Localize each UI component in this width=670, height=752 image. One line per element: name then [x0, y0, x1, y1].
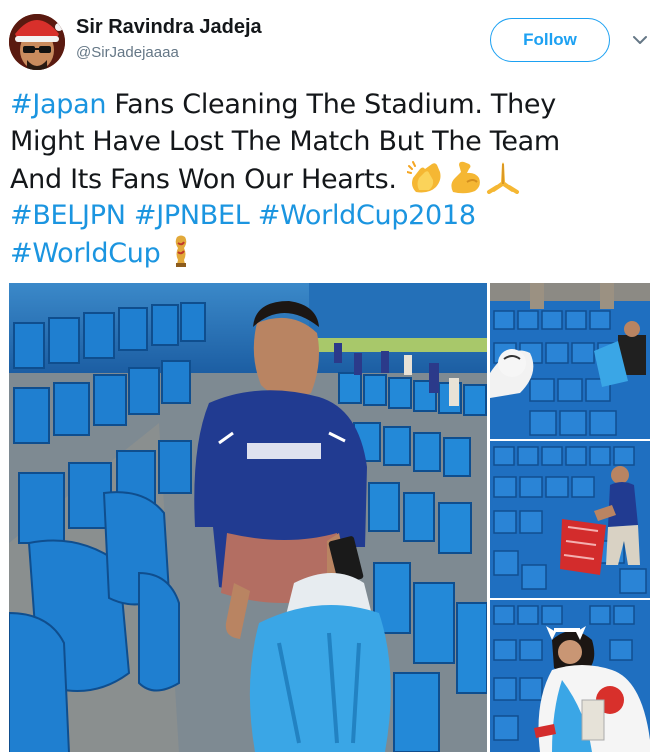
hashtag-japan[interactable]: #Japan [10, 89, 106, 120]
tweet-text-segment: Fans Cleaning The Stadium. They [106, 89, 556, 120]
hashtag-worldcup2018[interactable]: #WorldCup2018 [258, 200, 476, 231]
hashtag-beljpn[interactable]: #BELJPN [10, 200, 126, 231]
avatar[interactable] [9, 14, 65, 70]
world-cup-trophy-icon [175, 235, 186, 267]
media-grid [9, 283, 650, 752]
tweet-line-3: And Its Fans Won Our Hearts. [10, 160, 665, 197]
chevron-down-icon[interactable] [630, 30, 650, 50]
hashtag-jpnbel[interactable]: #JPNBEL [134, 200, 250, 231]
fan-with-red-bag-photo[interactable] [490, 441, 650, 598]
folded-hands-icon [486, 162, 519, 194]
follow-button[interactable]: Follow [490, 18, 610, 62]
tweet-line-1: #Japan Fans Cleaning The Stadium. They [10, 86, 665, 123]
tweet-line-4: #BELJPN #JPNBEL #WorldCup2018 [10, 197, 665, 234]
tweet-text: #Japan Fans Cleaning The Stadium. They M… [10, 86, 665, 271]
tweet-header: Sir Ravindra Jadeja @SirJadejaaaa Follow [0, 0, 670, 85]
fan-with-flag-photo[interactable] [490, 600, 650, 752]
tweet-line-5: #WorldCup [10, 234, 665, 271]
user-handle[interactable]: @SirJadejaaaa [76, 44, 179, 61]
tweet-text-segment: And Its Fans Won Our Hearts. [10, 164, 397, 195]
fan-picking-up-trash-photo[interactable] [9, 283, 487, 752]
hashtag-worldcup[interactable]: #WorldCup [10, 238, 161, 269]
tweet-line-2: Might Have Lost The Match But The Team [10, 126, 560, 157]
clapping-hands-icon [406, 161, 441, 193]
display-name[interactable]: Sir Ravindra Jadeja [76, 16, 262, 39]
flexed-biceps-icon [451, 161, 480, 194]
fan-with-mascot-photo[interactable] [490, 283, 650, 439]
